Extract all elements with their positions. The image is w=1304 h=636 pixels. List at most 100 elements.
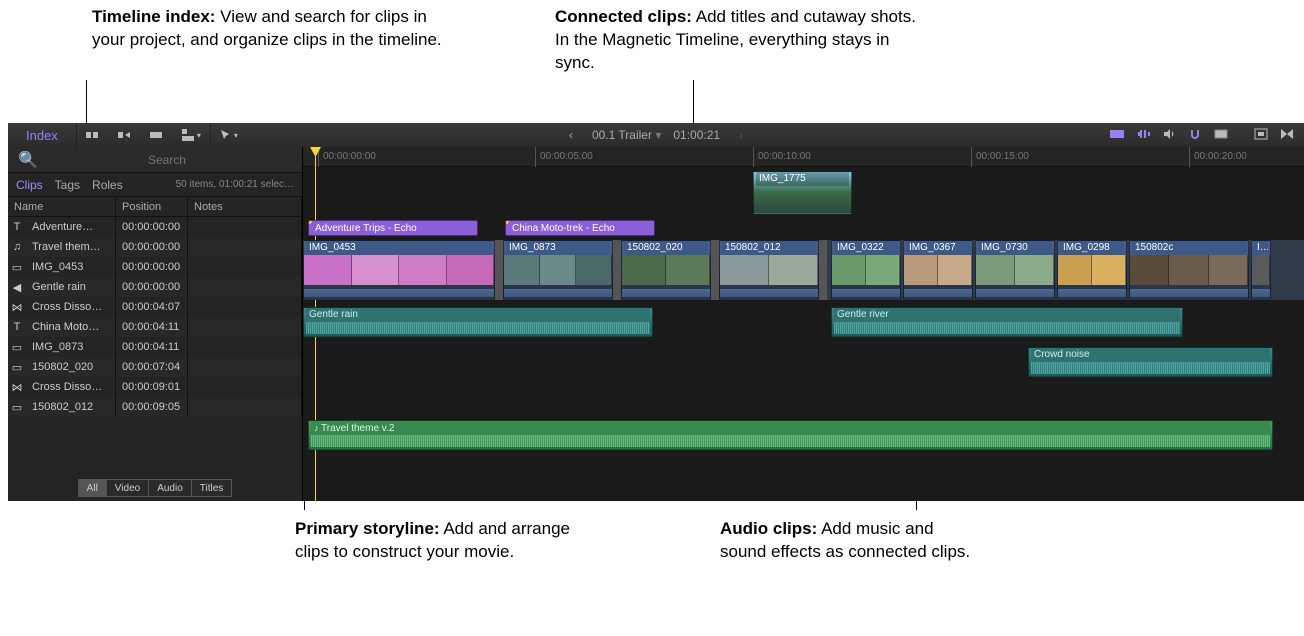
callout-primary-storyline: Primary storyline: Add and arrange clips… [295,518,585,564]
row-notes [188,257,302,277]
clip-label: IMG_0730 [978,241,1052,255]
row-notes [188,357,302,377]
index-row[interactable]: T China Moto… 00:00:04:11 [8,317,302,337]
waveform [834,322,1180,334]
row-name: Cross Disso… [26,377,116,397]
col-position[interactable]: Position [116,197,188,216]
primary-clip[interactable]: 150802c [1129,240,1249,300]
primary-clip[interactable]: IMG_0367 [903,240,973,300]
tab-tags[interactable]: Tags [55,178,80,192]
title-clip[interactable]: China Moto-trek - Echo [505,220,655,236]
transition[interactable] [495,240,503,300]
effects-browser-icon[interactable] [1251,128,1271,143]
ruler-tick: 00:00:15:00 [971,147,1029,167]
callout-audio-clips: Audio clips: Add music and sound effects… [720,518,980,564]
waveform [504,285,612,299]
connected-clip[interactable]: IMG_1775 [753,171,852,214]
ruler-tick: 00:00:20:00 [1189,147,1247,167]
primary-clip[interactable]: IMG_0298 [1057,240,1127,300]
next-edit-icon[interactable]: › [732,128,750,142]
waveform [1130,285,1248,299]
prev-edit-icon[interactable]: ‹ [562,128,580,142]
ruler-tick: 00:00:05:00 [535,147,593,167]
transition[interactable] [819,240,827,300]
thumbnail-strip [720,255,818,285]
index-row[interactable]: ▭ 150802_012 00:00:09:05 [8,397,302,417]
row-type-icon: ▭ [8,337,26,357]
audio-clip[interactable]: Crowd noise [1028,347,1273,377]
select-tool-icon[interactable]: ▾ [211,123,247,147]
filter-video[interactable]: Video [106,479,148,497]
index-tabs: Clips Tags Roles 50 items, 01:00:21 sele… [8,173,302,197]
search-icon: 🔍 [18,150,38,170]
row-name: China Moto… [26,317,116,337]
audio-skimming-icon[interactable] [1133,128,1153,143]
project-name[interactable]: 00.1 Trailer [592,128,652,142]
transition[interactable] [613,240,621,300]
row-position: 00:00:00:00 [116,237,188,257]
overwrite-tool-icon[interactable] [141,123,173,147]
row-notes [188,277,302,297]
primary-clip[interactable]: 150802_012 [719,240,819,300]
row-notes [188,297,302,317]
transitions-browser-icon[interactable] [1277,128,1297,143]
clip-label: IMG_1775 [756,172,849,186]
selection-info: 50 items, 01:00:21 selec… [176,179,294,190]
title-clip[interactable]: Adventure Trips - Echo [308,220,478,236]
clip-label: 150802_020 [624,241,708,255]
waveform [832,285,900,299]
timecode-display: ‹ 00.1 Trailer ▾ 01:00:21 › [562,128,750,142]
audio-clip[interactable]: Gentle river [831,307,1183,337]
index-row[interactable]: T Adventure… 00:00:00:00 [8,217,302,237]
primary-clip[interactable]: 150802_020 [621,240,711,300]
tab-roles[interactable]: Roles [92,178,123,192]
index-row[interactable]: ▭ IMG_0873 00:00:04:11 [8,337,302,357]
audio-effects-lane: Gentle rain Gentle river [303,307,1304,339]
clip-label: I… [1254,241,1268,255]
timeline-area[interactable]: IMG_1775 Adventure Trips - Echo China Mot… [303,167,1304,501]
index-row[interactable]: ▭ IMG_0453 00:00:00:00 [8,257,302,277]
index-row[interactable]: ⋈ Cross Disso… 00:00:09:01 [8,377,302,397]
row-name: Gentle rain [26,277,116,297]
filter-titles[interactable]: Titles [191,479,233,497]
index-row[interactable]: ▭ 150802_020 00:00:07:04 [8,357,302,377]
row-position: 00:00:07:04 [116,357,188,377]
filter-all[interactable]: All [78,479,106,497]
skimming-icon[interactable] [1107,128,1127,143]
connection-point-icon [308,220,312,224]
primary-clip[interactable]: IMG_0730 [975,240,1055,300]
waveform [720,285,818,299]
index-row[interactable]: ◀ Gentle rain 00:00:00:00 [8,277,302,297]
connect-tool-icon[interactable]: ▾ [173,123,210,147]
filter-audio[interactable]: Audio [148,479,191,497]
row-type-icon: ◀ [8,277,26,297]
col-notes[interactable]: Notes [188,197,302,216]
row-name: IMG_0873 [26,337,116,357]
music-clip[interactable]: ♪ Travel theme v.2 [308,420,1273,450]
row-type-icon: ▭ [8,397,26,417]
solo-icon[interactable] [1159,128,1179,143]
snapping-icon[interactable] [1185,128,1205,143]
clip-label: IMG_0298 [1060,241,1124,255]
primary-storyline: IMG_0453IMG_0873150802_020150802_012IMG_… [303,240,1304,300]
index-button[interactable]: Index [8,123,76,147]
row-notes [188,237,302,257]
row-type-icon: ⋈ [8,297,26,317]
row-type-icon: ⋈ [8,377,26,397]
index-row[interactable]: ⋈ Cross Disso… 00:00:04:07 [8,297,302,317]
primary-clip[interactable]: IMG_0873 [503,240,613,300]
tab-clips[interactable]: Clips [16,178,43,192]
timeline-ruler[interactable]: 00:00:00:00 00:00:05:00 00:00:10:00 00:0… [303,147,1304,167]
row-position: 00:00:09:05 [116,397,188,417]
search-input[interactable] [42,153,292,167]
primary-clip[interactable]: I… [1251,240,1271,300]
transition[interactable] [711,240,719,300]
col-name[interactable]: Name [8,197,116,216]
clip-appearance-icon[interactable] [1211,128,1231,143]
insert-tool-icon[interactable] [77,123,109,147]
index-row[interactable]: ♫ Travel them… 00:00:00:00 [8,237,302,257]
primary-clip[interactable]: IMG_0453 [303,240,495,300]
primary-clip[interactable]: IMG_0322 [831,240,901,300]
audio-clip[interactable]: Gentle rain [303,307,653,337]
append-tool-icon[interactable] [109,123,141,147]
